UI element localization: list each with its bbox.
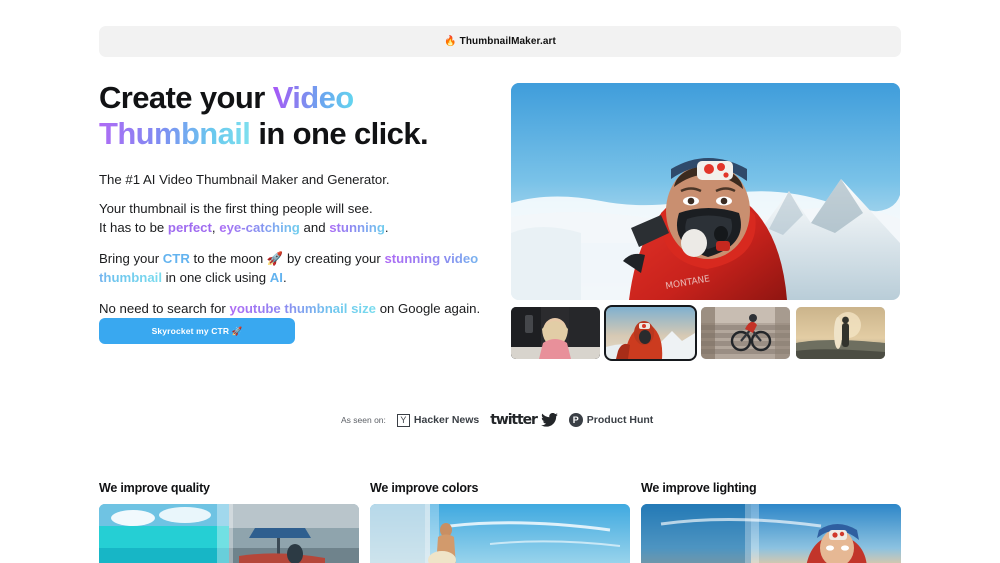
twitter-bird-icon <box>540 413 558 427</box>
headline-accent-video: Video <box>272 80 354 115</box>
thumbnail-art-3 <box>701 307 790 359</box>
page-title: Create your Video Thumbnail in one click. <box>99 80 499 152</box>
keyword-eye-catching: eye-catching <box>219 219 300 235</box>
feature-lighting: We improve lighting <box>641 481 901 563</box>
hero-lede: The #1 AI Video Thumbnail Maker and Gene… <box>99 172 390 187</box>
hero-copy: Create your Video Thumbnail in one click.… <box>99 80 499 319</box>
keyword-perfect: perfect <box>167 219 212 235</box>
feature-quality-art <box>99 504 359 563</box>
thumbnail-option-3[interactable] <box>701 307 790 359</box>
brand-name: ThumbnailMaker.art <box>459 36 556 47</box>
hero-image: MONTANE <box>511 83 900 300</box>
landing-page: 🔥 ThumbnailMaker.art Create your Video Th… <box>0 0 1000 563</box>
para1-period: . <box>384 219 389 235</box>
keyword-ai: AI <box>269 269 283 285</box>
feature-quality-title: We improve quality <box>99 481 210 495</box>
top-brand-bar[interactable]: 🔥 ThumbnailMaker.art <box>99 26 901 57</box>
keyword-ctr: CTR <box>162 251 190 266</box>
headline-part-2: in one click. <box>250 116 428 151</box>
feature-colors-image <box>370 504 630 563</box>
para3-b: on Google again. <box>376 301 481 316</box>
para2-d: in one click using <box>162 269 270 285</box>
hero-paragraph-3: No need to search for youtube thumbnail … <box>99 300 499 319</box>
headline-accent-thumbnail: Thumbnail <box>99 116 251 151</box>
brand-logo[interactable]: 🔥 ThumbnailMaker.art <box>444 36 556 47</box>
twitter-label: twitter <box>490 412 538 428</box>
feature-quality-image <box>99 504 359 563</box>
logo-twitter[interactable]: twitter <box>490 412 558 428</box>
logo-hacker-news[interactable]: Y Hacker News <box>396 413 480 427</box>
feature-colors-title: We improve colors <box>370 481 479 495</box>
product-hunt-label: Product Hunt <box>586 414 654 426</box>
headline-part-1: Create your <box>99 80 273 115</box>
logo-product-hunt[interactable]: P Product Hunt <box>568 413 654 427</box>
para2-a: Bring your <box>99 251 163 266</box>
rocket-icon: 🚀 <box>266 251 284 266</box>
para2-b: to the moon <box>189 251 267 266</box>
skyrocket-cta-button[interactable]: Skyrocket my CTR 🚀 <box>99 318 295 344</box>
thumbnail-art-4 <box>796 307 885 359</box>
para3-a: No need to search for <box>99 301 230 316</box>
thumbnail-art-2 <box>606 307 695 359</box>
para2-c: by creating your <box>283 251 385 266</box>
feature-colors: We improve colors <box>370 481 630 563</box>
para1-line2a: It has to be <box>99 219 168 235</box>
hacker-news-label: Hacker News <box>413 414 480 426</box>
feature-quality: We improve quality <box>99 481 359 563</box>
thumbnail-option-1[interactable] <box>511 307 600 359</box>
hero-paragraph-2: Bring your CTR to the moon 🚀 by creating… <box>99 250 499 287</box>
hacker-news-icon: Y <box>396 413 410 427</box>
thumbnail-option-4[interactable] <box>796 307 885 359</box>
para1-line1: Your thumbnail is the first thing people… <box>99 201 373 216</box>
hero-paragraph-1: Your thumbnail is the first thing people… <box>99 200 499 237</box>
feature-colors-art <box>370 504 630 563</box>
keyword-stunning: stunning <box>329 219 385 235</box>
hero-image-art: MONTANE <box>511 83 900 300</box>
flame-icon: 🔥 <box>444 36 457 47</box>
feature-lighting-image <box>641 504 901 563</box>
para2-e: . <box>282 269 287 285</box>
as-seen-on-label: As seen on: <box>341 415 386 425</box>
feature-columns: We improve quality We improve colors We … <box>99 481 901 563</box>
thumbnail-option-2-selected[interactable] <box>604 305 697 361</box>
thumbnail-strip[interactable] <box>511 305 900 361</box>
keyword-youtube-thumbnail-size: youtube thumbnail size <box>229 301 377 316</box>
social-proof-row: As seen on: Y Hacker News twitter P Prod… <box>341 412 653 428</box>
feature-lighting-art <box>641 504 901 563</box>
feature-lighting-title: We improve lighting <box>641 481 757 495</box>
product-hunt-icon: P <box>568 413 583 427</box>
thumbnail-art-1 <box>511 307 600 359</box>
para1-and: and <box>299 219 330 235</box>
